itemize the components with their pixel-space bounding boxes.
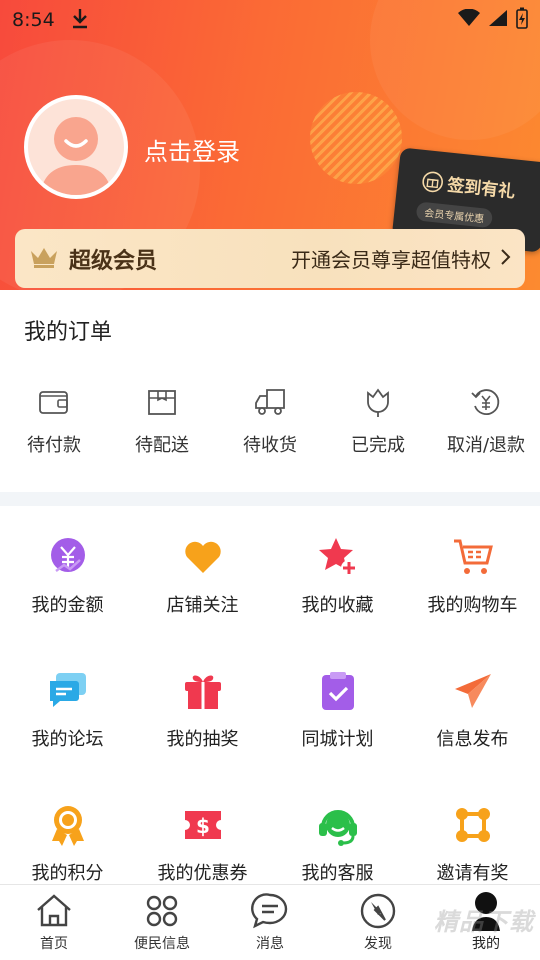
order-label: 待收货 xyxy=(243,435,297,456)
services-grid: 我的金额 店铺关注 我的收藏 我的购物车 我的论坛 我的抽奖 同城计划 信息发布… xyxy=(0,535,540,937)
tab-discover[interactable]: 发现 xyxy=(324,885,432,960)
truck-icon xyxy=(255,389,285,415)
download-icon xyxy=(71,7,89,34)
tulip-icon xyxy=(367,388,389,417)
service-favorites[interactable]: 我的收藏 xyxy=(270,535,405,669)
box-icon xyxy=(148,390,176,415)
orders-title: 我的订单 xyxy=(24,320,113,345)
tab-label: 发现 xyxy=(364,936,392,952)
headset-icon xyxy=(318,810,357,846)
order-pending-delivery[interactable]: 待配送 xyxy=(108,385,216,457)
tab-label: 便民信息 xyxy=(134,936,190,952)
star-plus-icon xyxy=(318,538,357,576)
vip-title: 超级会员 xyxy=(69,248,158,274)
service-label: 我的金额 xyxy=(31,595,104,616)
service-label: 邀请有奖 xyxy=(436,863,509,884)
coupon-icon: $ xyxy=(184,811,221,839)
order-refund[interactable]: 取消/退款 xyxy=(432,385,540,457)
share-nodes-icon xyxy=(455,808,490,842)
vip-description: 开通会员尊享超值特权 xyxy=(291,248,491,272)
chevron-right-icon xyxy=(499,248,511,270)
service-label: 我的购物车 xyxy=(427,595,518,616)
order-pending-payment[interactable]: 待付款 xyxy=(0,385,108,457)
service-label: 我的论坛 xyxy=(31,729,104,750)
service-cart[interactable]: 我的购物车 xyxy=(405,535,540,669)
vip-banner[interactable]: 超级会员 开通会员尊享超值特权 xyxy=(15,229,525,288)
order-status-row: 待付款 待配送 待收货 已完成 取消/退款 xyxy=(0,385,540,457)
checkin-gift-icon xyxy=(422,171,444,192)
login-prompt[interactable]: 点击登录 xyxy=(144,132,240,167)
paper-plane-icon xyxy=(454,674,491,708)
heart-icon xyxy=(184,541,221,573)
avatar[interactable] xyxy=(24,95,128,199)
chat-icon xyxy=(49,673,86,707)
medal-icon xyxy=(51,806,84,846)
service-balance[interactable]: 我的金额 xyxy=(0,535,135,669)
svg-text:$: $ xyxy=(196,814,210,838)
order-label: 取消/退款 xyxy=(446,435,526,456)
tab-label: 首页 xyxy=(40,936,68,952)
section-divider xyxy=(0,492,540,506)
refund-icon xyxy=(471,389,500,415)
service-followed-shops[interactable]: 店铺关注 xyxy=(135,535,270,669)
home-icon xyxy=(37,894,71,927)
service-publish-info[interactable]: 信息发布 xyxy=(405,669,540,803)
wifi-icon xyxy=(458,8,480,32)
checkin-title: 签到有礼 xyxy=(446,175,517,203)
tab-label: 消息 xyxy=(256,936,284,952)
order-pending-receipt[interactable]: 待收货 xyxy=(216,385,324,457)
yen-coin-icon xyxy=(50,538,85,572)
service-label: 我的收藏 xyxy=(301,595,374,616)
service-label: 同城计划 xyxy=(301,729,374,750)
header-decoration xyxy=(310,92,402,184)
order-label: 已完成 xyxy=(351,435,405,456)
service-label: 信息发布 xyxy=(436,729,509,750)
tab-home[interactable]: 首页 xyxy=(0,885,108,960)
checkin-title-row: 签到有礼 xyxy=(420,168,516,203)
wallet-icon xyxy=(39,391,68,414)
message-icon xyxy=(251,893,288,929)
service-label: 店铺关注 xyxy=(166,595,239,616)
default-avatar-icon xyxy=(40,117,112,195)
service-label: 我的客服 xyxy=(301,863,374,884)
grid-circles-icon xyxy=(146,895,178,927)
service-label: 我的积分 xyxy=(31,863,104,884)
tab-local-info[interactable]: 便民信息 xyxy=(108,885,216,960)
watermark: 精品下载 xyxy=(434,908,534,936)
service-city-plan[interactable]: 同城计划 xyxy=(270,669,405,803)
compass-icon xyxy=(360,893,396,929)
cart-icon xyxy=(453,539,493,574)
service-lottery[interactable]: 我的抽奖 xyxy=(135,669,270,803)
service-forum[interactable]: 我的论坛 xyxy=(0,669,135,803)
order-label: 待付款 xyxy=(27,435,81,456)
crown-icon xyxy=(29,245,59,273)
order-completed[interactable]: 已完成 xyxy=(324,385,432,457)
status-bar: 8:54 xyxy=(0,0,540,40)
battery-icon xyxy=(516,7,528,34)
order-label: 待配送 xyxy=(135,435,189,456)
tab-messages[interactable]: 消息 xyxy=(216,885,324,960)
gift-icon xyxy=(184,675,221,709)
service-label: 我的优惠券 xyxy=(157,863,248,884)
service-label: 我的抽奖 xyxy=(166,729,239,750)
checkin-subtitle: 会员专属优惠 xyxy=(415,201,494,229)
clipboard-check-icon xyxy=(321,672,354,710)
status-time: 8:54 xyxy=(12,9,55,31)
signal-icon xyxy=(488,9,508,32)
